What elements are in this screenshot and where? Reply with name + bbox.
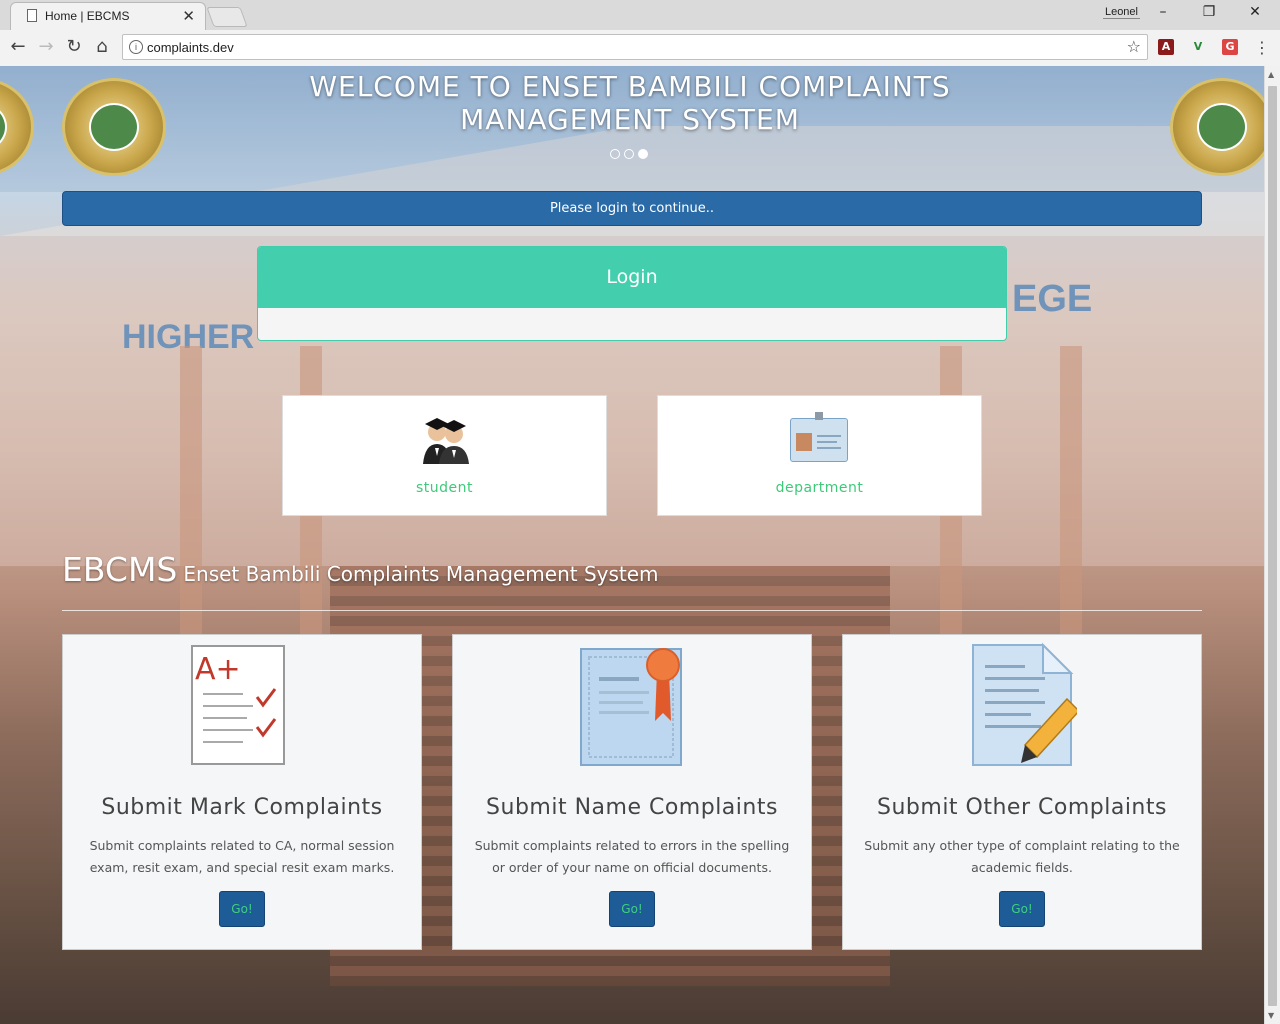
scroll-down-icon[interactable]: ▼ [1268,1011,1274,1020]
university-seal-icon [1170,78,1264,176]
google-extension-icon[interactable]: G [1222,39,1238,55]
department-login-card[interactable]: department [657,395,982,516]
browser-tab[interactable]: Home | EBCMS ✕ [10,2,206,30]
login-heading: Login [258,247,1006,308]
svg-text:A+: A+ [195,652,241,687]
hero-banner: WELCOME TO ENSET BAMBILI COMPLAINTS MANA… [0,66,1264,192]
back-icon[interactable]: ← [6,36,30,57]
forward-icon[interactable]: → [34,36,58,57]
carousel-dot-2[interactable] [624,149,634,159]
id-badge-icon [790,412,848,462]
name-complaints-card: Submit Name Complaints Submit complaints… [452,634,812,950]
feature-description: Submit complaints related to errors in t… [474,838,790,875]
tab-strip: Home | EBCMS ✕ Leonel – ❐ ✕ [0,0,1280,30]
university-seal-icon [0,78,34,176]
pdf-extension-icon[interactable]: A [1158,39,1174,55]
browser-menu-icon[interactable]: ⋮ [1254,38,1270,57]
address-bar[interactable]: i ☆ [122,34,1148,60]
browser-chrome: Home | EBCMS ✕ Leonel – ❐ ✕ ← → ↻ ⌂ i ☆ … [0,0,1280,67]
feature-description: Submit complaints related to CA, normal … [89,838,395,875]
page-viewport: HIGHER EGE WELCOME TO ENSET BAMBILI COMP… [0,66,1264,1024]
restore-button[interactable]: ❐ [1192,4,1226,20]
brand-short: EBCMS [62,550,178,589]
profile-button[interactable]: Leonel [1102,6,1140,19]
scroll-up-icon[interactable]: ▲ [1268,70,1274,79]
student-label: student [415,480,474,496]
document-pencil-icon [972,642,1077,766]
minimize-button[interactable]: – [1146,4,1180,20]
certificate-icon [580,648,682,766]
login-panel: Login [257,246,1007,341]
student-login-card[interactable]: student [282,395,607,516]
carousel-indicators [610,144,652,163]
building-sign-text-right: EGE [1012,278,1093,320]
new-tab-button[interactable] [206,7,248,27]
other-complaints-go-button[interactable]: Go! [999,891,1045,927]
site-brand: EBCMS Enset Bambili Complaints Management… [62,550,659,589]
graded-paper-icon: A+ [187,641,297,767]
hero-title: WELCOME TO ENSET BAMBILI COMPLAINTS MANA… [309,70,951,136]
close-tab-icon[interactable]: ✕ [182,7,195,25]
site-info-icon[interactable]: i [129,40,143,54]
url-input[interactable] [147,38,1097,56]
tab-title: Home | EBCMS [45,9,130,23]
feature-title: Submit Mark Complaints [101,795,383,820]
carousel-dot-1[interactable] [610,149,620,159]
carousel-dot-3[interactable] [638,149,648,159]
divider [62,610,1202,611]
home-icon[interactable]: ⌂ [90,36,114,57]
feature-description: Submit any other type of complaint relat… [864,838,1180,875]
name-complaints-go-button[interactable]: Go! [609,891,655,927]
students-icon [423,418,469,464]
page-scrollbar[interactable]: ▲ ▼ [1264,66,1280,1024]
brand-long: Enset Bambili Complaints Management Syst… [183,562,659,586]
reload-icon[interactable]: ↻ [62,36,86,57]
bookmark-star-icon[interactable]: ☆ [1127,37,1141,56]
scroll-thumb[interactable] [1268,86,1277,1006]
department-label: department [775,480,864,496]
university-seal-icon [62,78,166,176]
feature-title: Submit Other Complaints [877,795,1167,820]
login-notice-bar: Please login to continue.. [62,191,1202,226]
mark-complaints-go-button[interactable]: Go! [219,891,265,927]
mark-complaints-card: A+ Submit Mark Complaints Submit complai… [62,634,422,950]
vue-extension-icon[interactable]: V [1190,39,1206,55]
other-complaints-card: Submit Other Complaints Submit any other… [842,634,1202,950]
feature-title: Submit Name Complaints [486,795,778,820]
page-icon [27,9,37,22]
browser-toolbar: ← → ↻ ⌂ i ☆ A V G ⋮ [0,30,1280,66]
close-window-button[interactable]: ✕ [1238,4,1272,20]
